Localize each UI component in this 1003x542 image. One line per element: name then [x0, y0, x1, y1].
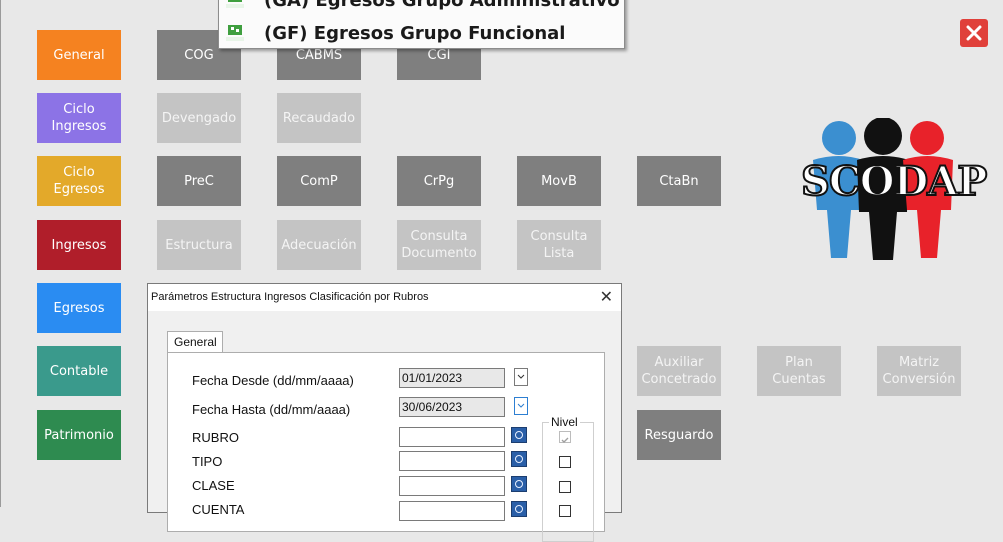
comp-button[interactable]: ComP — [277, 156, 361, 206]
chevron-down-icon — [517, 374, 525, 379]
cuenta-search-icon[interactable] — [511, 501, 527, 517]
dialog-close-button[interactable]: ✕ — [600, 287, 613, 307]
movb-button[interactable]: MovB — [517, 156, 601, 206]
resguardo-button[interactable]: Resguardo — [637, 410, 721, 460]
devengado-button[interactable]: Devengado — [157, 93, 241, 143]
close-icon — [966, 25, 982, 41]
tipo-search-icon[interactable] — [511, 451, 527, 467]
scodap-logo: SCODAP — [800, 117, 988, 260]
tipo-nivel-checkbox[interactable] — [559, 456, 571, 468]
fecha-hasta-field[interactable]: 30/06/2023 — [399, 397, 505, 417]
main-window: General Ciclo Ingresos Ciclo Egresos Ing… — [0, 0, 1003, 542]
nivel-label: Nivel — [549, 415, 580, 429]
sidebar-ingresos-button[interactable]: Ingresos — [37, 220, 121, 270]
rubro-nivel-checkbox[interactable] — [559, 431, 571, 443]
tab-general[interactable]: General — [167, 331, 223, 353]
conac-icon — [226, 25, 244, 41]
fecha-desde-label: Fecha Desde (dd/mm/aaaa) — [192, 373, 354, 388]
tipo-input[interactable] — [399, 451, 505, 471]
sidebar-egresos-button[interactable]: Egresos — [37, 283, 121, 333]
plan-cuentas-button[interactable]: Plan Cuentas — [757, 346, 841, 396]
clase-search-icon[interactable] — [511, 476, 527, 492]
matriz-conversion-button[interactable]: Matriz Conversión — [877, 346, 961, 396]
chevron-down-icon — [517, 403, 525, 408]
menu-item-gf[interactable]: (GF) Egresos Grupo Funcional — [219, 20, 624, 46]
rubro-search-icon[interactable] — [511, 427, 527, 443]
conac-icon — [226, 0, 244, 8]
fecha-desde-field[interactable]: 01/01/2023 — [399, 368, 505, 388]
rubro-input[interactable] — [399, 427, 505, 447]
egresos-dropdown-menu: (GA) Egresos Grupo Administrativo (GF) E… — [218, 0, 625, 49]
tipo-label: TIPO — [192, 454, 223, 469]
clase-nivel-checkbox[interactable] — [559, 481, 571, 493]
sidebar-patrimonio-button[interactable]: Patrimonio — [37, 410, 121, 460]
logo-text: SCODAP — [800, 157, 988, 206]
crpg-button[interactable]: CrPg — [397, 156, 481, 206]
consulta-lista-button[interactable]: Consulta Lista — [517, 220, 601, 270]
cuenta-input[interactable] — [399, 501, 505, 521]
sidebar-general-button[interactable]: General — [37, 30, 121, 80]
menu-item-gf-label: (GF) Egresos Grupo Funcional — [264, 22, 566, 44]
auxiliar-concetrado-button[interactable]: Auxiliar Concetrado — [637, 346, 721, 396]
menu-item-ga-label: (GA) Egresos Grupo Administrativo — [264, 0, 620, 11]
general-tab-panel: Fecha Desde (dd/mm/aaaa) 01/01/2023 Fech… — [167, 352, 605, 542]
menu-item-ga[interactable]: (GA) Egresos Grupo Administrativo — [219, 0, 624, 13]
checkmark-icon — [561, 437, 569, 443]
clase-input[interactable] — [399, 476, 505, 496]
estructura-button[interactable]: Estructura — [157, 220, 241, 270]
cuenta-label: CUENTA — [192, 502, 245, 517]
sidebar-ciclo-egresos-button[interactable]: Ciclo Egresos — [37, 156, 121, 206]
fecha-hasta-dropdown[interactable] — [514, 397, 528, 415]
sidebar-ciclo-ingresos-button[interactable]: Ciclo Ingresos — [37, 93, 121, 143]
ctabn-button[interactable]: CtaBn — [637, 156, 721, 206]
prec-button[interactable]: PreC — [157, 156, 241, 206]
fecha-hasta-label: Fecha Hasta (dd/mm/aaaa) — [192, 402, 351, 417]
recaudado-button[interactable]: Recaudado — [277, 93, 361, 143]
dialog-title: Parámetros Estructura Ingresos Clasifica… — [151, 291, 429, 303]
dialog-title-bar: Parámetros Estructura Ingresos Clasifica… — [148, 284, 621, 311]
adecuacion-button[interactable]: Adecuación — [277, 220, 361, 270]
parametros-dialog: Parámetros Estructura Ingresos Clasifica… — [147, 283, 622, 542]
fecha-desde-dropdown[interactable] — [514, 368, 528, 386]
clase-label: CLASE — [192, 478, 235, 493]
sidebar-contable-button[interactable]: Contable — [37, 346, 121, 396]
close-app-button[interactable] — [960, 19, 988, 47]
consulta-documento-button[interactable]: Consulta Documento — [397, 220, 481, 270]
rubro-label: RUBRO — [192, 430, 239, 445]
